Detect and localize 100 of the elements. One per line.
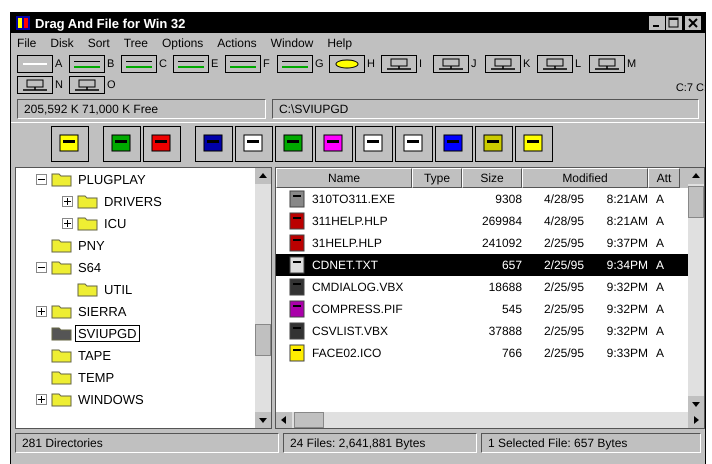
menu-item[interactable]: File xyxy=(17,36,36,50)
scroll-thumb[interactable] xyxy=(294,412,324,428)
collapse-icon[interactable] xyxy=(36,262,47,272)
file-time: 9:32PM xyxy=(606,324,648,338)
folder-name[interactable]: S64 xyxy=(75,258,104,276)
file-row[interactable]: CSVLIST.VBX 37888 2/25/95 9:32PM A xyxy=(276,320,688,342)
file-icon xyxy=(288,256,306,274)
file-row[interactable]: 311HELP.HLP 269984 4/28/95 8:21AM A xyxy=(276,210,688,232)
expand-icon[interactable] xyxy=(62,218,73,228)
file-time: 9:32PM xyxy=(606,302,648,316)
drive-icon[interactable] xyxy=(121,55,157,73)
file-date: 2/25/95 xyxy=(542,258,584,272)
file-row[interactable]: COMPRESS.PIF 545 2/25/95 9:32PM A xyxy=(276,298,688,320)
file-time: 9:33PM xyxy=(606,346,648,360)
menu-item[interactable]: Disk xyxy=(50,36,74,50)
window-title: Drag And File for Win 32 xyxy=(35,16,186,30)
folder-name[interactable]: SIERRA xyxy=(75,302,130,320)
column-header[interactable]: Name xyxy=(276,168,412,188)
folder-name[interactable]: TAPE xyxy=(75,346,114,364)
file-icon xyxy=(288,278,306,296)
maximize-icon[interactable] xyxy=(666,16,682,30)
expand-icon[interactable] xyxy=(36,306,47,316)
network-drive-icon[interactable] xyxy=(381,55,417,73)
column-header[interactable]: Type xyxy=(412,168,462,188)
file-size: 545 xyxy=(500,302,522,316)
scrollbar[interactable] xyxy=(276,412,704,428)
drive-icon[interactable] xyxy=(173,55,209,73)
file-attr: A xyxy=(655,258,666,272)
folder-name[interactable]: UTIL xyxy=(101,280,136,298)
cd-drive-icon[interactable] xyxy=(329,55,365,73)
drive-icon[interactable] xyxy=(225,55,261,73)
network-drive-icon[interactable] xyxy=(17,76,53,94)
file-name: 31HELP.HLP xyxy=(312,236,382,250)
folder-name[interactable]: DRIVERS xyxy=(101,192,165,210)
menu-item[interactable]: Sort xyxy=(88,36,110,50)
file-row[interactable]: 310TO311.EXE 9308 4/28/95 8:21AM A xyxy=(276,188,688,210)
file-date: 4/28/95 xyxy=(542,192,584,206)
drive-icon[interactable] xyxy=(17,55,53,73)
file-size: 766 xyxy=(500,346,522,360)
scroll-down-icon[interactable] xyxy=(688,396,704,412)
folder-name[interactable]: SVIUPGD xyxy=(75,324,140,342)
current-path: C:\SVIUPGD xyxy=(272,99,699,119)
menu-item[interactable]: Options xyxy=(162,36,204,50)
file-name: FACE02.ICO xyxy=(312,346,382,360)
network-drive-icon[interactable] xyxy=(537,55,573,73)
menu-item[interactable]: Help xyxy=(327,36,352,50)
scroll-thumb[interactable] xyxy=(688,186,704,218)
menu-item[interactable]: Tree xyxy=(124,36,148,50)
drive-icon[interactable] xyxy=(277,55,313,73)
scroll-down-icon[interactable] xyxy=(255,412,271,428)
close-icon[interactable] xyxy=(685,16,701,30)
drive-letter: G xyxy=(315,58,325,70)
file-date: 2/25/95 xyxy=(542,302,584,316)
column-header[interactable]: Size xyxy=(462,168,522,188)
drive-letter: K xyxy=(523,58,532,70)
column-header[interactable]: Modified xyxy=(522,168,648,188)
drive-letter: I xyxy=(419,58,424,70)
file-date: 2/25/95 xyxy=(542,280,584,294)
network-drive-icon[interactable] xyxy=(589,55,625,73)
file-row[interactable]: 31HELP.HLP 241092 2/25/95 9:37PM A xyxy=(276,232,688,254)
file-size: 37888 xyxy=(488,324,522,338)
menu-item[interactable]: Actions xyxy=(217,36,257,50)
column-header[interactable]: Att xyxy=(648,168,680,188)
scrollbar[interactable] xyxy=(255,168,271,428)
file-name: CMDIALOG.VBX xyxy=(312,280,404,294)
status-files: 24 Files: 2,641,881 Bytes xyxy=(283,433,477,453)
file-icon xyxy=(288,300,306,318)
drive-letter: O xyxy=(107,79,117,91)
scroll-right-icon[interactable] xyxy=(688,412,704,428)
file-date: 4/28/95 xyxy=(542,214,584,228)
folder-name[interactable]: TEMP xyxy=(75,368,118,386)
network-drive-icon[interactable] xyxy=(433,55,469,73)
network-drive-icon[interactable] xyxy=(485,55,521,73)
file-attr: A xyxy=(655,192,666,206)
menu-item[interactable]: Window xyxy=(270,36,314,50)
minimize-icon[interactable] xyxy=(649,16,665,30)
file-row[interactable]: FACE02.ICO 766 2/25/95 9:33PM A xyxy=(276,342,688,364)
status-selection: 1 Selected File: 657 Bytes xyxy=(481,433,701,453)
folder-name[interactable]: PNY xyxy=(75,236,108,254)
collapse-icon[interactable] xyxy=(36,174,47,184)
app-icon xyxy=(15,15,31,31)
file-row[interactable]: CMDIALOG.VBX 18688 2/25/95 9:32PM A xyxy=(276,276,688,298)
scrollbar[interactable] xyxy=(688,168,704,412)
scroll-up-icon[interactable] xyxy=(688,168,704,184)
folder-name[interactable]: PLUGPLAY xyxy=(75,170,149,188)
file-row[interactable]: CDNET.TXT 657 2/25/95 9:34PM A xyxy=(276,254,688,276)
expand-icon[interactable] xyxy=(36,394,47,404)
network-drive-icon[interactable] xyxy=(69,76,105,94)
drive-letter: M xyxy=(627,58,637,70)
file-name: COMPRESS.PIF xyxy=(312,302,403,316)
scroll-thumb[interactable] xyxy=(255,324,271,356)
folder-name[interactable]: ICU xyxy=(101,214,130,232)
scroll-up-icon[interactable] xyxy=(255,168,271,184)
file-attr: A xyxy=(655,280,666,294)
file-name: 310TO311.EXE xyxy=(312,192,395,206)
drive-icon[interactable] xyxy=(69,55,105,73)
expand-icon[interactable] xyxy=(62,196,73,206)
folder-name[interactable]: WINDOWS xyxy=(75,390,147,408)
scroll-left-icon[interactable] xyxy=(276,412,292,428)
file-time: 9:32PM xyxy=(606,280,648,294)
